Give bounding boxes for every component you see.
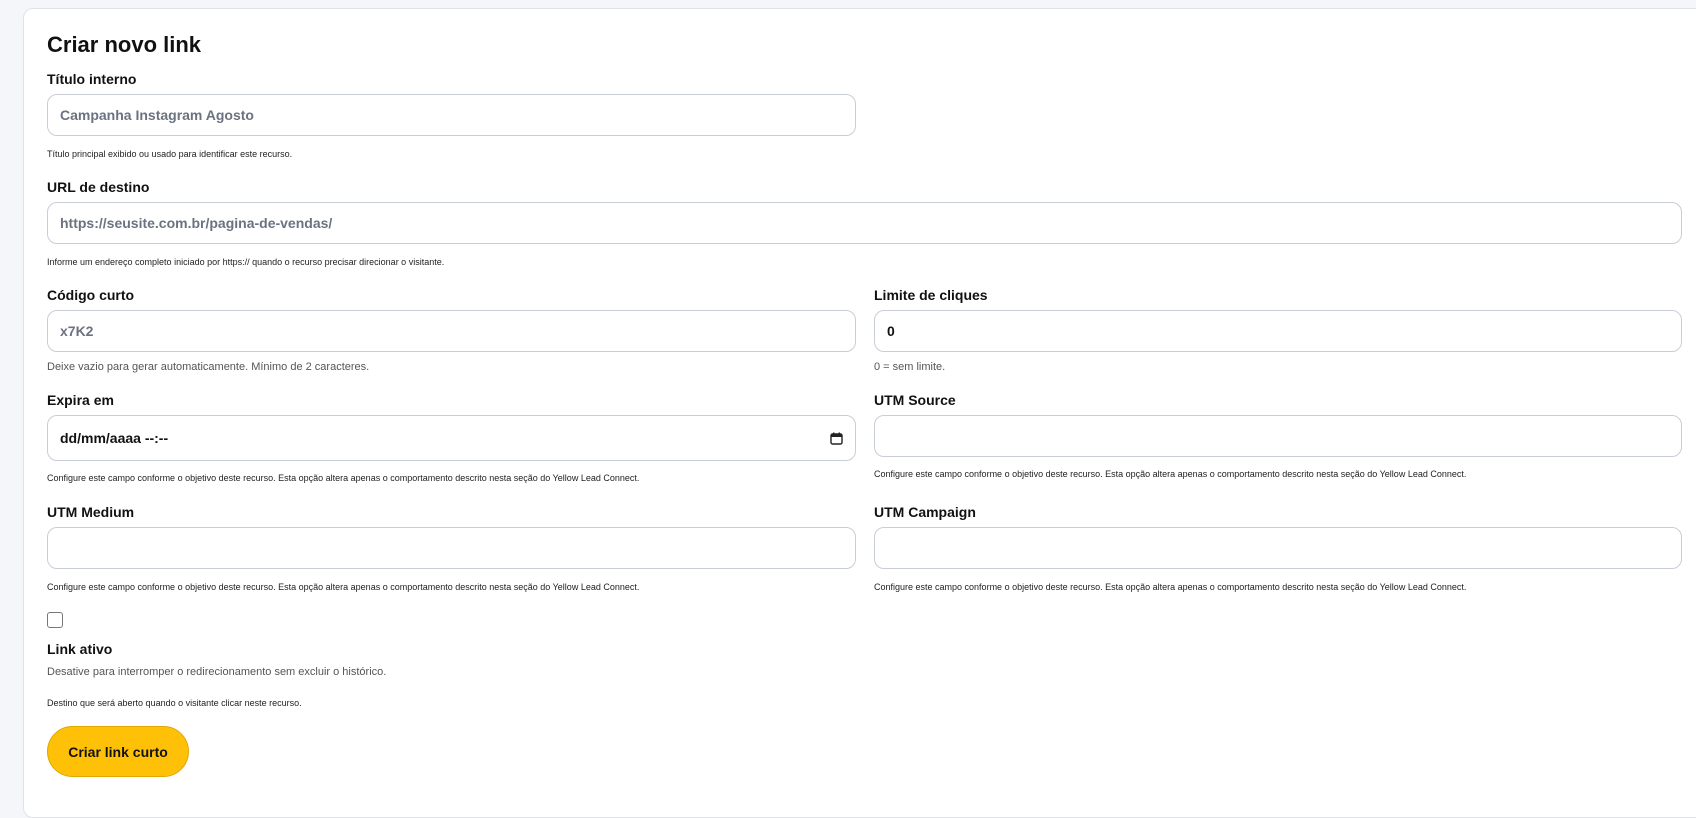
- click-limit-help: 0 = sem limite.: [874, 361, 946, 373]
- utm-campaign-input[interactable]: [874, 527, 1682, 569]
- utm-medium-help: Configure este campo conforme o objetivo…: [47, 582, 640, 592]
- internal-title-input[interactable]: [47, 94, 856, 136]
- active-label: Link ativo: [47, 641, 113, 657]
- active-extra-help: Destino que será aberto quando o visitan…: [47, 698, 302, 708]
- destination-url-help: Informe um endereço completo iniciado po…: [47, 257, 445, 267]
- short-code-label: Código curto: [47, 287, 135, 303]
- active-help: Desative para interromper o redirecionam…: [47, 666, 387, 678]
- create-short-link-button[interactable]: Criar link curto: [47, 726, 189, 777]
- internal-title-help: Título principal exibido ou usado para i…: [47, 149, 293, 159]
- calendar-icon[interactable]: [830, 432, 843, 445]
- expires-at-help: Configure este campo conforme o objetivo…: [47, 473, 640, 483]
- utm-medium-input[interactable]: [47, 527, 856, 569]
- utm-campaign-help: Configure este campo conforme o objetivo…: [874, 582, 1467, 592]
- destination-url-input[interactable]: [47, 202, 1682, 244]
- utm-source-help: Configure este campo conforme o objetivo…: [874, 469, 1467, 479]
- short-code-input[interactable]: [47, 310, 856, 352]
- expires-at-input[interactable]: dd/mm/aaaa --:--: [47, 415, 856, 461]
- expires-at-label: Expira em: [47, 392, 114, 408]
- internal-title-label: Título interno: [47, 71, 137, 87]
- expires-at-value: dd/mm/aaaa --:--: [60, 430, 169, 446]
- utm-campaign-label: UTM Campaign: [874, 504, 976, 520]
- destination-url-label: URL de destino: [47, 179, 150, 195]
- utm-source-label: UTM Source: [874, 392, 956, 408]
- click-limit-input[interactable]: [874, 310, 1682, 352]
- short-code-help: Deixe vazio para gerar automaticamente. …: [47, 361, 370, 373]
- active-checkbox[interactable]: [47, 612, 63, 628]
- utm-medium-label: UTM Medium: [47, 504, 135, 520]
- click-limit-label: Limite de cliques: [874, 287, 988, 303]
- page-title: Criar novo link: [47, 32, 202, 57]
- utm-source-input[interactable]: [874, 415, 1682, 457]
